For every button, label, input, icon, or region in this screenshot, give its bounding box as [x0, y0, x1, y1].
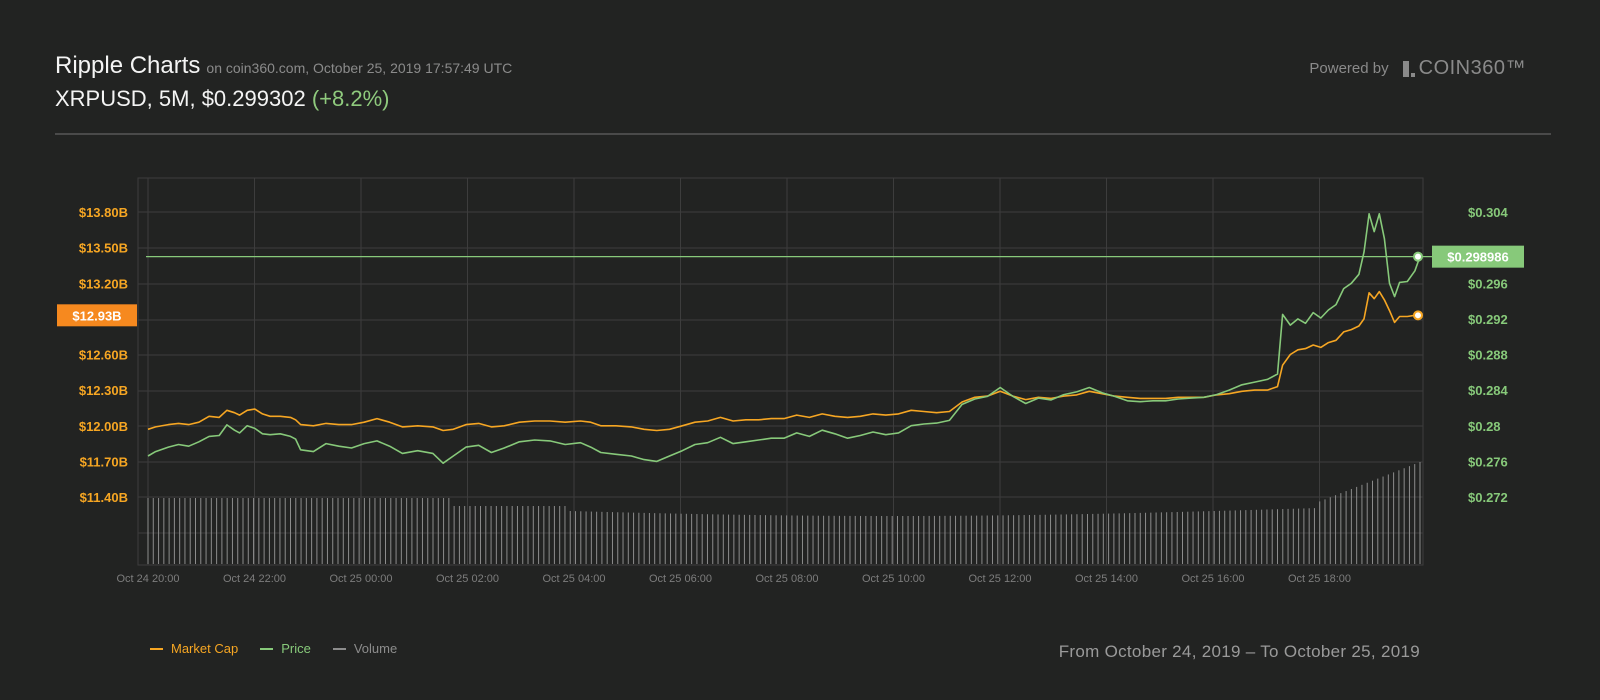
left-tick-label: $13.80B — [79, 205, 128, 220]
right-tick-label: $0.304 — [1468, 205, 1509, 220]
x-tick-label: Oct 25 06:00 — [649, 573, 712, 585]
right-tick-label: $0.296 — [1468, 276, 1508, 291]
x-tick-label: Oct 25 00:00 — [330, 573, 393, 585]
x-tick-label: Oct 25 04:00 — [543, 573, 606, 585]
x-tick-label: Oct 25 10:00 — [862, 573, 925, 585]
chart-legend: Market Cap Price Volume — [150, 641, 397, 656]
chart-grid — [137, 177, 1424, 566]
price-current-dot — [1413, 251, 1423, 262]
legend-market-cap-label: Market Cap — [171, 641, 239, 656]
right-tick-label: $0.284 — [1468, 383, 1509, 398]
right-tick-label: $0.288 — [1468, 348, 1508, 363]
legend-volume[interactable]: Volume — [332, 641, 398, 656]
plot-frame — [137, 177, 1424, 566]
market-cap-line — [147, 290, 1421, 432]
current-markers: $0.298986 $12.93B — [57, 245, 1524, 327]
x-tick-label: Oct 24 20:00 — [117, 573, 180, 585]
volume-swatch — [332, 647, 346, 650]
market-cap-current-dot — [1413, 310, 1423, 321]
legend-market-cap[interactable]: Market Cap — [150, 641, 238, 656]
date-range: From October 24, 2019 – To October 25, 2… — [1058, 642, 1420, 661]
market-cap-current-label: $12.93B — [72, 308, 121, 323]
volume-bars — [147, 462, 1421, 564]
right-tick-label: $0.292 — [1468, 312, 1508, 327]
chart-axes: Oct 24 20:00 Oct 24 22:00 Oct 25 00:00 Oct … — [79, 205, 1509, 585]
legend-volume-label: Volume — [353, 641, 398, 656]
x-tick-label: Oct 25 14:00 — [1075, 573, 1138, 585]
x-tick-label: Oct 25 16:00 — [1182, 573, 1245, 585]
x-tick-label: Oct 25 18:00 — [1288, 573, 1351, 585]
left-tick-label: $12.00B — [79, 419, 128, 434]
left-tick-label: $11.70B — [80, 454, 128, 469]
market-cap-swatch — [150, 647, 163, 650]
price-current-label: $0.298986 — [1447, 250, 1508, 265]
left-tick-label: $13.50B — [79, 241, 128, 256]
price-swatch — [260, 647, 274, 650]
legend-price[interactable]: Price — [260, 641, 311, 656]
left-tick-label: $12.30B — [79, 383, 128, 398]
right-tick-label: $0.28 — [1468, 419, 1501, 434]
x-tick-label: Oct 25 08:00 — [756, 573, 819, 585]
ripple-chart[interactable]: Oct 24 20:00 Oct 24 22:00 Oct 25 00:00 Oct … — [0, 0, 1600, 700]
left-tick-label: $13.20B — [79, 276, 128, 291]
right-tick-label: $0.276 — [1468, 454, 1508, 469]
left-tick-label: $11.40B — [80, 490, 128, 505]
x-tick-label: Oct 25 02:00 — [436, 573, 499, 585]
x-tick-label: Oct 25 12:00 — [969, 573, 1032, 585]
right-tick-label: $0.272 — [1468, 490, 1508, 505]
left-tick-label: $12.60B — [79, 348, 128, 363]
x-tick-label: Oct 24 22:00 — [223, 573, 286, 585]
legend-price-label: Price — [281, 641, 311, 656]
